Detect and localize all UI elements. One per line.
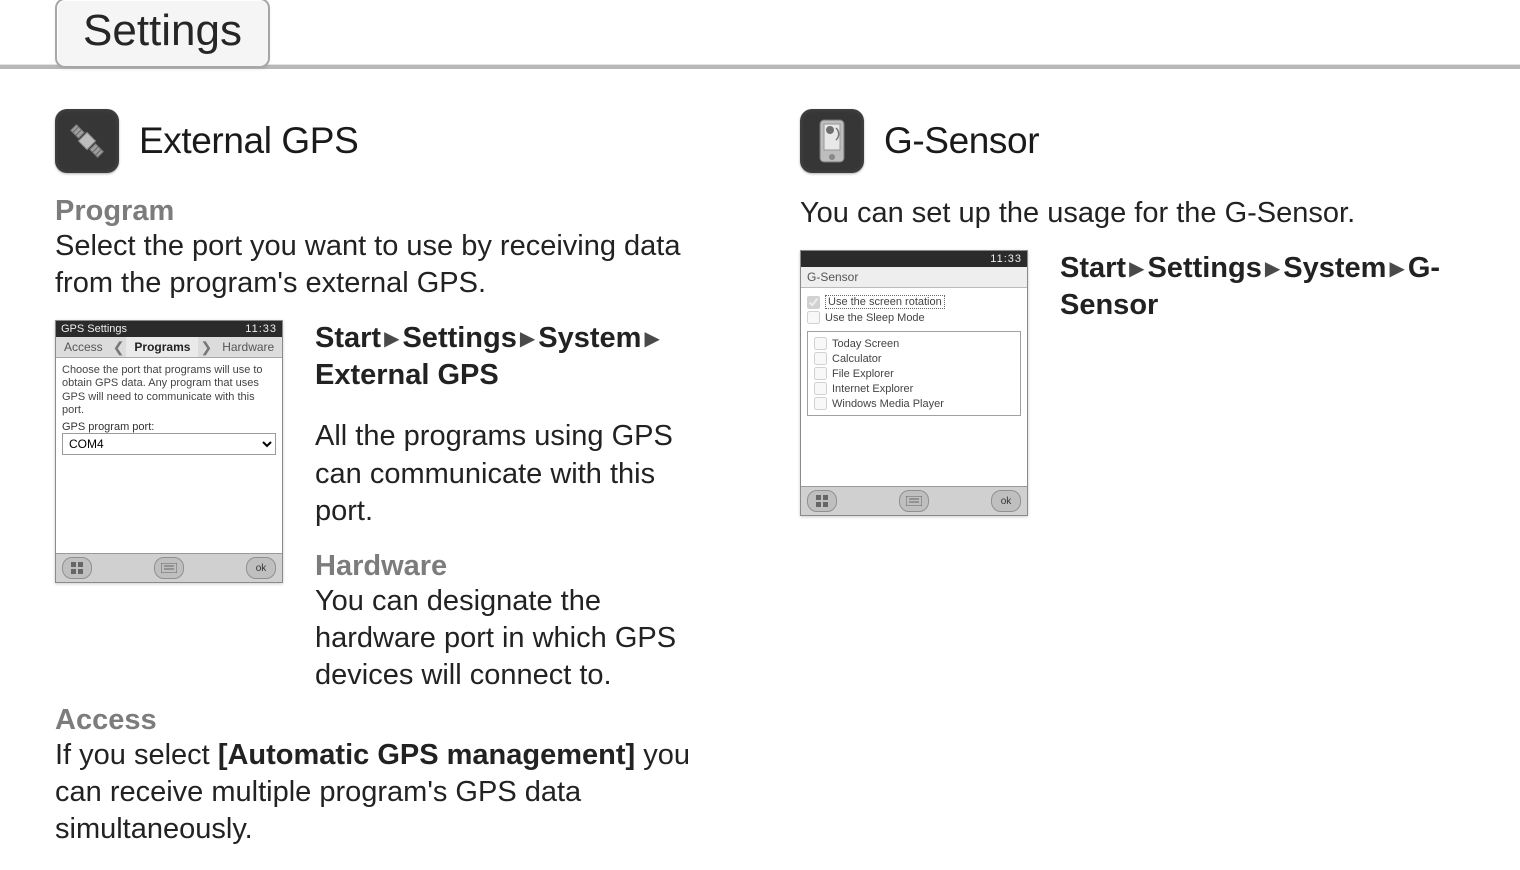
path-seg: Start (1060, 252, 1126, 284)
page-tab: Settings (55, 0, 270, 68)
keyboard-icon (154, 557, 184, 579)
media-row-gps: GPS Settings 11:33 Access ❮ Programs ❯ H… (55, 320, 720, 694)
g-sensor-icon (800, 109, 864, 173)
path-seg: External GPS (315, 359, 499, 391)
chevron-left-icon: ❮ (111, 339, 127, 356)
path-seg: Start (315, 322, 381, 354)
check-label: Calculator (832, 353, 882, 365)
checkbox-app (814, 352, 827, 365)
path-seg: Settings (1147, 252, 1261, 284)
checkbox-app (814, 397, 827, 410)
triangle-right-icon: ▶ (517, 327, 538, 353)
manual-page: Settings (0, 0, 1520, 870)
device-tab-hardware: Hardware (214, 337, 282, 357)
left-column: External GPS Program Select the port you… (55, 109, 720, 848)
hardware-description: You can designate the hardware port in w… (315, 583, 720, 694)
triangle-right-icon: ▶ (641, 327, 662, 353)
device-softbar: ok (56, 553, 282, 582)
triangle-right-icon: ▶ (381, 327, 402, 353)
checkbox-app (814, 367, 827, 380)
check-label: Use the Sleep Mode (825, 312, 925, 324)
device-port-select: COM4 (62, 433, 276, 455)
device-title: GPS Settings (61, 323, 127, 335)
subheading-hardware: Hardware (315, 550, 720, 583)
check-row: Calculator (814, 351, 1014, 366)
gps-desc2: All the programs using GPS can communica… (315, 418, 720, 529)
section-header-external-gps: External GPS (55, 109, 720, 173)
section-header-g-sensor: G-Sensor (800, 109, 1465, 173)
ok-button: ok (246, 557, 276, 579)
gsensor-right-text: Start▶Settings▶System▶G-Sensor (1060, 250, 1465, 324)
nav-path-external-gps: Start▶Settings▶System▶External GPS (315, 320, 720, 394)
subheading-program: Program (55, 195, 720, 228)
check-row: Internet Explorer (814, 381, 1014, 396)
check-label: Today Screen (832, 338, 899, 350)
content-columns: External GPS Program Select the port you… (55, 109, 1465, 848)
start-icon (62, 557, 92, 579)
path-seg: Settings (402, 322, 516, 354)
device-screenshot-gps: GPS Settings 11:33 Access ❮ Programs ❯ H… (55, 320, 283, 583)
device-titlebar: GPS Settings 11:33 (56, 321, 282, 337)
gsensor-intro: You can set up the usage for the G-Senso… (800, 195, 1465, 232)
subheading-access: Access (55, 704, 720, 737)
device-status-clock: 11:33 (990, 253, 1022, 265)
page-tab-label: Settings (83, 6, 242, 55)
check-row: Windows Media Player (814, 396, 1014, 411)
device-status-clock: 11:33 (245, 323, 277, 335)
device-body: Use the screen rotation Use the Sleep Mo… (801, 288, 1027, 486)
device-tabs: Access ❮ Programs ❯ Hardware (56, 337, 282, 358)
nav-path-g-sensor: Start▶Settings▶System▶G-Sensor (1060, 250, 1465, 324)
ok-button: ok (991, 490, 1021, 512)
check-row: Use the Sleep Mode (807, 310, 1021, 325)
device-screen-title: G-Sensor (801, 267, 1027, 288)
check-label: File Explorer (832, 368, 894, 380)
path-seg: System (1283, 252, 1386, 284)
device-body: Choose the port that programs will use t… (56, 358, 282, 553)
section-title: External GPS (139, 120, 358, 162)
path-seg: System (538, 322, 641, 354)
check-row: Use the screen rotation (807, 294, 1021, 310)
triangle-right-icon: ▶ (1386, 257, 1407, 283)
device-field-label: GPS program port: (62, 421, 276, 433)
satellite-icon (55, 109, 119, 173)
checkbox-screen-rotation (807, 296, 820, 309)
check-row: File Explorer (814, 366, 1014, 381)
access-description: If you select [Automatic GPS management]… (55, 737, 720, 848)
device-softbar: ok (801, 486, 1027, 515)
checkbox-app (814, 382, 827, 395)
device-tab-access: Access (56, 337, 111, 357)
chevron-right-icon: ❯ (198, 339, 214, 356)
device-titlebar: 11:33 (801, 251, 1027, 267)
triangle-right-icon: ▶ (1126, 257, 1147, 283)
device-screenshot-gsensor: 11:33 G-Sensor Use the screen rotation U… (800, 250, 1028, 516)
device-tab-programs: Programs (126, 337, 198, 357)
check-label: Windows Media Player (832, 398, 944, 410)
checkbox-sleep-mode (807, 311, 820, 324)
access-lead: If you select (55, 739, 218, 771)
keyboard-icon (899, 490, 929, 512)
check-label: Use the screen rotation (825, 295, 945, 309)
access-bold: [Automatic GPS management] (218, 739, 635, 771)
triangle-right-icon: ▶ (1262, 257, 1283, 283)
gps-right-text: Start▶Settings▶System▶External GPS All t… (315, 320, 720, 694)
media-row-gsensor: 11:33 G-Sensor Use the screen rotation U… (800, 250, 1465, 516)
device-paragraph: Choose the port that programs will use t… (62, 364, 276, 417)
app-groupbox: Today Screen Calculator File Explorer In… (807, 331, 1021, 416)
right-column: G-Sensor You can set up the usage for th… (800, 109, 1465, 848)
checkbox-app (814, 337, 827, 350)
program-description: Select the port you want to use by recei… (55, 228, 720, 302)
section-title: G-Sensor (884, 120, 1039, 162)
check-label: Internet Explorer (832, 383, 913, 395)
start-icon (807, 490, 837, 512)
check-row: Today Screen (814, 336, 1014, 351)
